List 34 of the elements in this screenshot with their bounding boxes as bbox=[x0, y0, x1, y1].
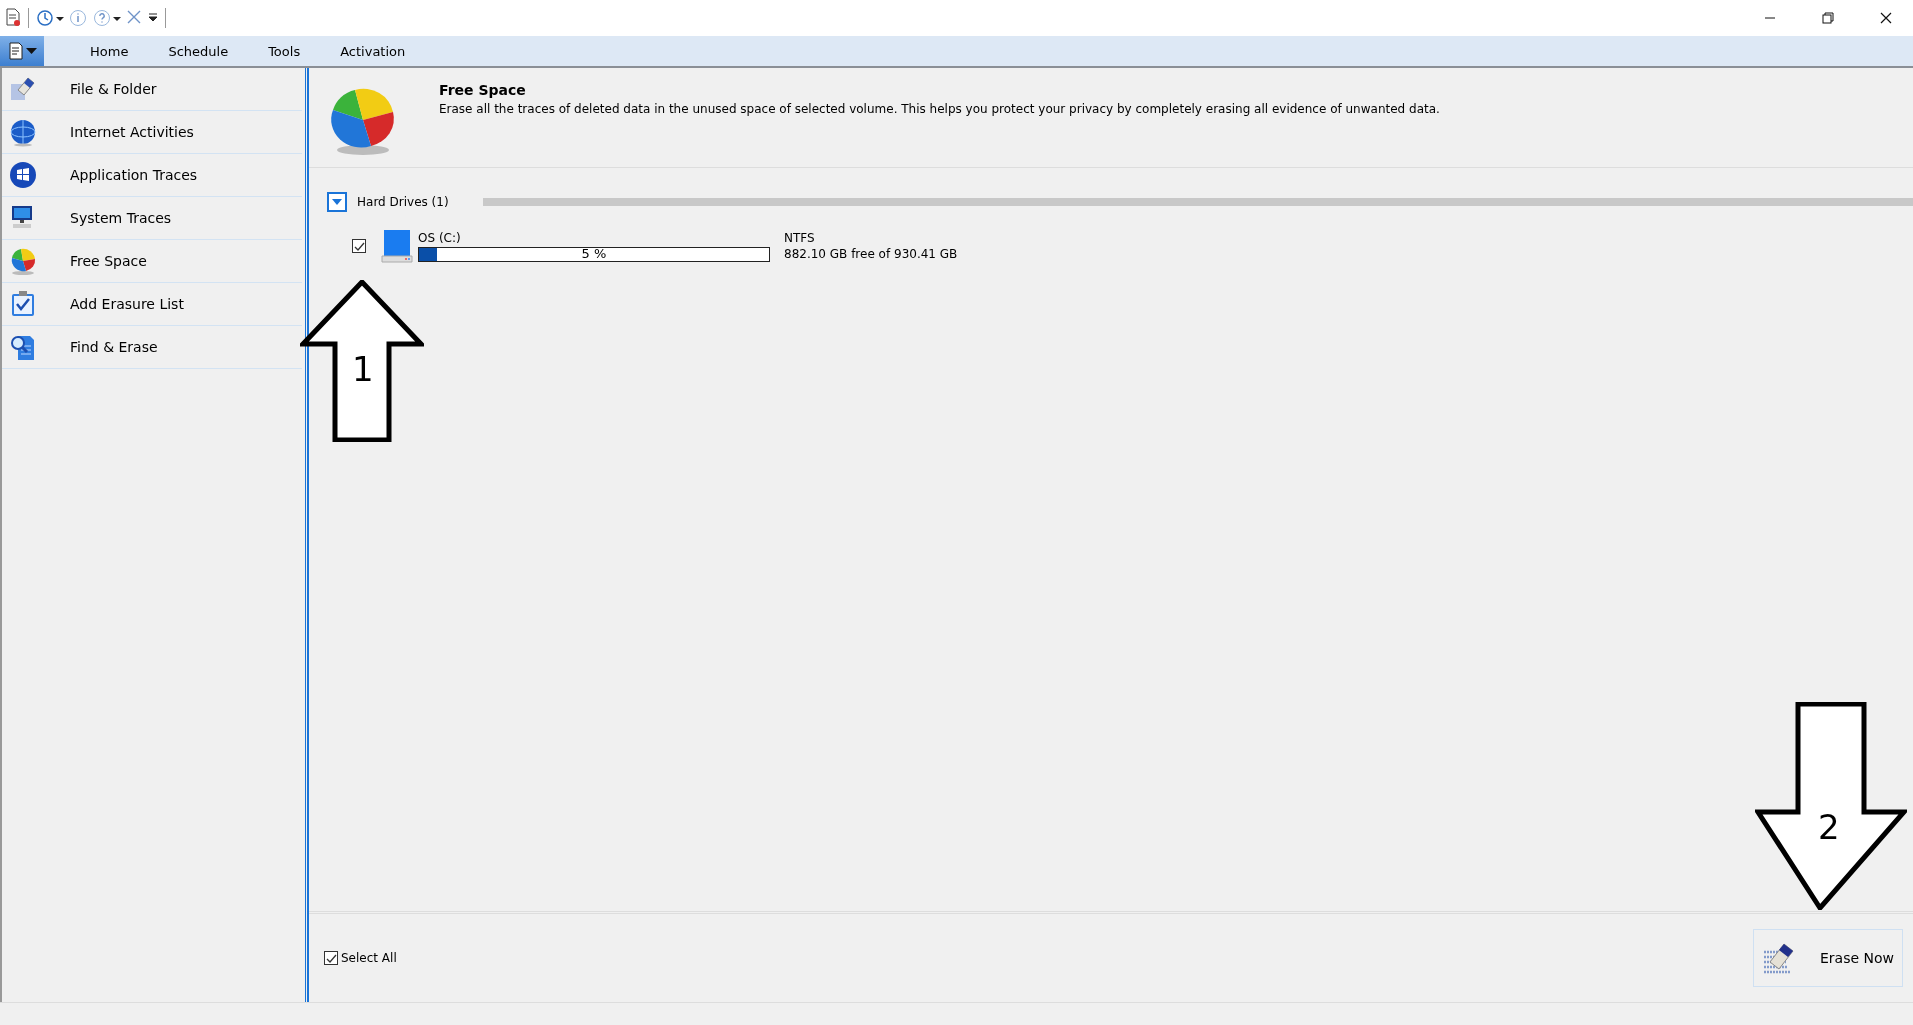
ribbon-tab[interactable]: Schedule bbox=[148, 43, 249, 59]
page-description: Erase all the traces of deleted data in the unused space of selected volume. This helps you protect your privacy by completely erasing all evidence of unwanted data. bbox=[439, 102, 1440, 116]
annotation-number: 2 bbox=[1818, 810, 1840, 844]
sidebar-item[interactable]: Add Erasure List bbox=[2, 283, 302, 326]
windows-icon bbox=[8, 160, 38, 190]
page-title: Free Space bbox=[439, 82, 527, 98]
globe-icon bbox=[8, 117, 38, 147]
collapse-toggle[interactable] bbox=[327, 192, 347, 212]
select-all-checkbox[interactable] bbox=[324, 951, 338, 965]
sidebar-item[interactable]: Free Space bbox=[2, 240, 302, 283]
usage-percent: 5 % bbox=[580, 245, 608, 261]
group-label: Hard Drives (1) bbox=[357, 195, 449, 209]
checkbox[interactable] bbox=[352, 239, 366, 253]
file-system: NTFS bbox=[784, 230, 816, 246]
hard-drive-icon bbox=[380, 228, 414, 264]
free-space-text: 882.10 GB free of 930.41 GB bbox=[784, 246, 958, 262]
sidebar-item[interactable]: System Traces bbox=[2, 197, 302, 240]
application-menu-button[interactable] bbox=[0, 36, 44, 66]
erase-now-button[interactable]: Erase Now bbox=[1753, 929, 1903, 987]
ribbon-tab[interactable]: Tools bbox=[248, 43, 321, 59]
sidebar-item[interactable]: Application Traces bbox=[2, 154, 302, 197]
document-icon[interactable] bbox=[4, 8, 22, 28]
ribbon-tab[interactable]: Home bbox=[70, 43, 149, 59]
sidebar-item[interactable]: Find & Erase bbox=[2, 326, 302, 369]
sidebar-item[interactable]: File & Folder bbox=[2, 68, 302, 111]
caret-icon bbox=[26, 48, 37, 54]
annotation-number: 1 bbox=[352, 352, 374, 386]
ribbon-tab[interactable]: Activation bbox=[320, 43, 426, 59]
drive-name: OS (C:) bbox=[418, 230, 462, 245]
clock-icon[interactable] bbox=[35, 8, 55, 28]
document-icon bbox=[7, 41, 23, 61]
caret-icon bbox=[332, 199, 342, 205]
sidebar-item[interactable]: Internet Activities bbox=[2, 111, 302, 154]
checkbox-label: Select All bbox=[341, 951, 397, 965]
